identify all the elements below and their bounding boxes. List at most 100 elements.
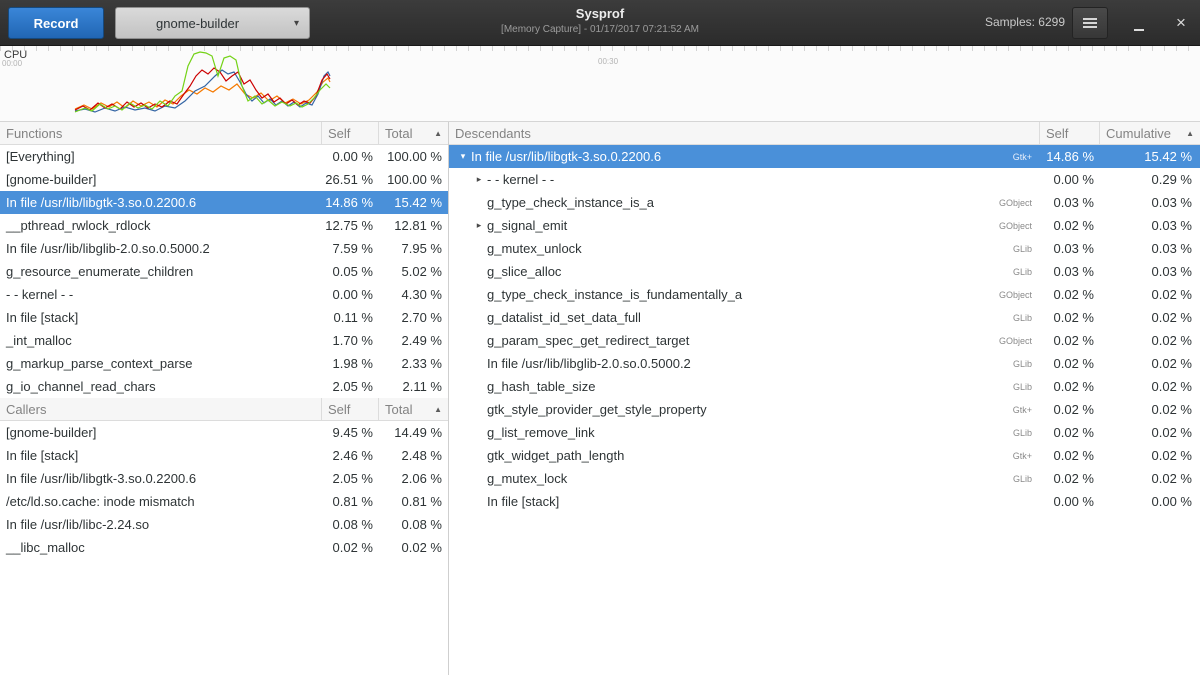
tree-row[interactable]: g_datalist_id_set_data_fullGLib0.02 %0.0… — [449, 306, 1200, 329]
table-row[interactable]: - - kernel - -0.00 %4.30 % — [0, 283, 448, 306]
descendant-name: gtk_style_provider_get_style_property — [487, 402, 707, 417]
cumulative-percent: 0.00 % — [1100, 494, 1200, 509]
tree-row[interactable]: gtk_style_provider_get_style_propertyGtk… — [449, 398, 1200, 421]
function-name: __libc_malloc — [0, 540, 322, 555]
column-header-total-label: Total — [385, 126, 412, 141]
column-header-descendants[interactable]: Descendants — [449, 122, 1040, 144]
table-row[interactable]: __pthread_rwlock_rdlock12.75 %12.81 % — [0, 214, 448, 237]
sort-arrow-icon: ▲ — [1186, 129, 1194, 138]
library-badge: GLib — [1013, 244, 1040, 254]
callers-table-body: [gnome-builder]9.45 %14.49 %In file [sta… — [0, 421, 448, 559]
self-percent: 26.51 % — [322, 172, 379, 187]
main-area: Functions Self Total ▲ [Everything]0.00 … — [0, 122, 1200, 675]
tree-row[interactable]: g_mutex_unlockGLib0.03 %0.03 % — [449, 237, 1200, 260]
table-row[interactable]: [Everything]0.00 %100.00 % — [0, 145, 448, 168]
tree-row[interactable]: g_list_remove_linkGLib0.02 %0.02 % — [449, 421, 1200, 444]
total-percent: 0.08 % — [379, 517, 448, 532]
tree-row[interactable]: ▸- - kernel - -0.00 %0.29 % — [449, 168, 1200, 191]
column-header-callers-total-label: Total — [385, 402, 412, 417]
self-percent: 2.05 % — [322, 379, 379, 394]
table-row[interactable]: __libc_malloc0.02 %0.02 % — [0, 536, 448, 559]
table-row[interactable]: [gnome-builder]26.51 %100.00 % — [0, 168, 448, 191]
target-dropdown[interactable]: gnome-builder ▾ — [115, 7, 310, 39]
column-header-self[interactable]: Self — [322, 122, 379, 144]
function-name: __pthread_rwlock_rdlock — [0, 218, 322, 233]
minimize-icon — [1134, 29, 1144, 31]
table-row[interactable]: In file /usr/lib/libgtk-3.so.0.2200.614.… — [0, 191, 448, 214]
expander-icon[interactable]: ▸ — [471, 174, 487, 185]
table-row[interactable]: [gnome-builder]9.45 %14.49 % — [0, 421, 448, 444]
tree-row[interactable]: gtk_widget_path_lengthGtk+0.02 %0.02 % — [449, 444, 1200, 467]
column-header-descendants-self[interactable]: Self — [1040, 122, 1100, 144]
descendant-name: g_datalist_id_set_data_full — [487, 310, 641, 325]
cpu-graph[interactable]: CPU 00:00 00:30 — [0, 46, 1200, 122]
table-row[interactable]: g_resource_enumerate_children0.05 %5.02 … — [0, 260, 448, 283]
total-percent: 2.11 % — [379, 379, 448, 394]
library-badge: GLib — [1013, 267, 1040, 277]
table-row[interactable]: g_markup_parse_context_parse1.98 %2.33 % — [0, 352, 448, 375]
tree-row[interactable]: g_type_check_instance_is_aGObject0.03 %0… — [449, 191, 1200, 214]
self-percent: 0.03 % — [1040, 241, 1100, 256]
record-button[interactable]: Record — [8, 7, 104, 39]
self-percent: 0.02 % — [1040, 471, 1100, 486]
self-percent: 14.86 % — [322, 195, 379, 210]
self-percent: 0.00 % — [322, 287, 379, 302]
total-percent: 5.02 % — [379, 264, 448, 279]
total-percent: 14.49 % — [379, 425, 448, 440]
total-percent: 15.42 % — [379, 195, 448, 210]
minimize-button[interactable] — [1126, 10, 1152, 36]
descendant-name-cell: ▾In file /usr/lib/libgtk-3.so.0.2200.6Gt… — [449, 149, 1040, 164]
tree-row[interactable]: g_mutex_lockGLib0.02 %0.02 % — [449, 467, 1200, 490]
self-percent: 0.02 % — [322, 540, 379, 555]
function-name: In file /usr/lib/libglib-2.0.so.0.5000.2 — [0, 241, 322, 256]
descendant-name-cell: g_list_remove_linkGLib — [449, 425, 1040, 440]
column-header-functions[interactable]: Functions — [0, 122, 322, 144]
self-percent: 2.46 % — [322, 448, 379, 463]
self-percent: 0.00 % — [1040, 172, 1100, 187]
expander-icon[interactable]: ▾ — [455, 151, 471, 162]
self-percent: 0.02 % — [1040, 287, 1100, 302]
tree-row[interactable]: In file [stack]0.00 %0.00 % — [449, 490, 1200, 513]
table-row[interactable]: In file [stack]2.46 %2.48 % — [0, 444, 448, 467]
menu-button[interactable] — [1072, 7, 1108, 39]
total-percent: 2.70 % — [379, 310, 448, 325]
descendants-header-row: Descendants Self Cumulative ▲ — [449, 122, 1200, 145]
table-row[interactable]: _int_malloc1.70 %2.49 % — [0, 329, 448, 352]
tree-row[interactable]: ▸g_signal_emitGObject0.02 %0.03 % — [449, 214, 1200, 237]
self-percent: 0.02 % — [1040, 425, 1100, 440]
descendant-name-cell: gtk_style_provider_get_style_propertyGtk… — [449, 402, 1040, 417]
tree-row[interactable]: g_type_check_instance_is_fundamentally_a… — [449, 283, 1200, 306]
library-badge: GLib — [1013, 474, 1040, 484]
tree-row[interactable]: g_param_spec_get_redirect_targetGObject0… — [449, 329, 1200, 352]
descendant-name: g_hash_table_size — [487, 379, 595, 394]
descendant-name: g_type_check_instance_is_fundamentally_a — [487, 287, 742, 302]
table-row[interactable]: In file /usr/lib/libc-2.24.so0.08 %0.08 … — [0, 513, 448, 536]
tree-row[interactable]: ▾In file /usr/lib/libgtk-3.so.0.2200.6Gt… — [449, 145, 1200, 168]
total-percent: 4.30 % — [379, 287, 448, 302]
table-row[interactable]: In file [stack]0.11 %2.70 % — [0, 306, 448, 329]
tree-row[interactable]: g_slice_allocGLib0.03 %0.03 % — [449, 260, 1200, 283]
column-header-callers-self[interactable]: Self — [322, 398, 379, 420]
column-header-total[interactable]: Total ▲ — [379, 122, 448, 144]
descendant-name: g_signal_emit — [487, 218, 567, 233]
table-row[interactable]: /etc/ld.so.cache: inode mismatch0.81 %0.… — [0, 490, 448, 513]
total-percent: 0.81 % — [379, 494, 448, 509]
total-percent: 100.00 % — [379, 172, 448, 187]
close-button[interactable]: × — [1168, 10, 1194, 36]
self-percent: 0.02 % — [1040, 356, 1100, 371]
column-header-callers-total[interactable]: Total ▲ — [379, 398, 448, 420]
cumulative-percent: 0.02 % — [1100, 425, 1200, 440]
tree-row[interactable]: g_hash_table_sizeGLib0.02 %0.02 % — [449, 375, 1200, 398]
tree-row[interactable]: In file /usr/lib/libglib-2.0.so.0.5000.2… — [449, 352, 1200, 375]
table-row[interactable]: In file /usr/lib/libgtk-3.so.0.2200.62.0… — [0, 467, 448, 490]
table-row[interactable]: g_io_channel_read_chars2.05 %2.11 % — [0, 375, 448, 398]
function-name: _int_malloc — [0, 333, 322, 348]
expander-icon[interactable]: ▸ — [471, 220, 487, 231]
table-row[interactable]: In file /usr/lib/libglib-2.0.so.0.5000.2… — [0, 237, 448, 260]
column-header-callers[interactable]: Callers — [0, 398, 322, 420]
function-name: In file /usr/lib/libc-2.24.so — [0, 517, 322, 532]
library-badge: Gtk+ — [1013, 152, 1040, 162]
self-percent: 0.00 % — [1040, 494, 1100, 509]
descendant-name: - - kernel - - — [487, 172, 554, 187]
column-header-cumulative[interactable]: Cumulative ▲ — [1100, 122, 1200, 144]
